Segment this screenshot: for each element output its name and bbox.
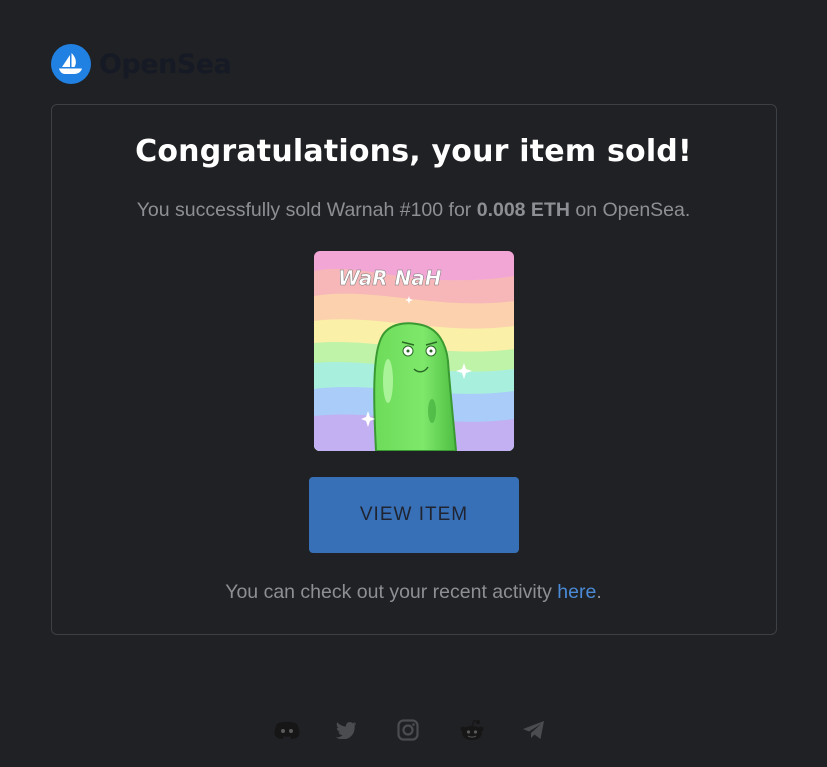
sale-amount: 0.008 ETH xyxy=(476,199,570,221)
activity-suffix: . xyxy=(596,581,602,603)
telegram-icon[interactable] xyxy=(518,714,550,746)
sale-message: You successfully sold Warnah #100 for 0.… xyxy=(0,199,827,222)
twitter-icon[interactable] xyxy=(330,714,362,746)
message-suffix: on OpenSea. xyxy=(569,199,691,221)
instagram-icon[interactable] xyxy=(392,714,424,746)
message-prefix: You successfully sold Warnah #100 for xyxy=(136,199,477,221)
email-page: OpenSea Congratulations, your item sold!… xyxy=(0,0,827,767)
reddit-icon[interactable] xyxy=(456,714,488,746)
brand-name: OpenSea xyxy=(99,48,232,80)
view-item-button[interactable]: VIEW ITEM xyxy=(309,477,519,553)
page-title: Congratulations, your item sold! xyxy=(135,134,692,169)
activity-here-link[interactable]: here xyxy=(557,581,596,603)
opensea-logo-icon xyxy=(51,44,91,84)
discord-icon[interactable] xyxy=(271,714,303,746)
activity-prefix: You can check out your recent activity xyxy=(225,581,558,603)
nft-art-text: WaR NaH xyxy=(338,266,442,290)
nft-image[interactable]: WaR NaH xyxy=(314,251,514,451)
activity-text: You can check out your recent activity h… xyxy=(0,581,827,604)
brand-header[interactable]: OpenSea xyxy=(51,44,232,84)
social-links xyxy=(0,714,827,746)
